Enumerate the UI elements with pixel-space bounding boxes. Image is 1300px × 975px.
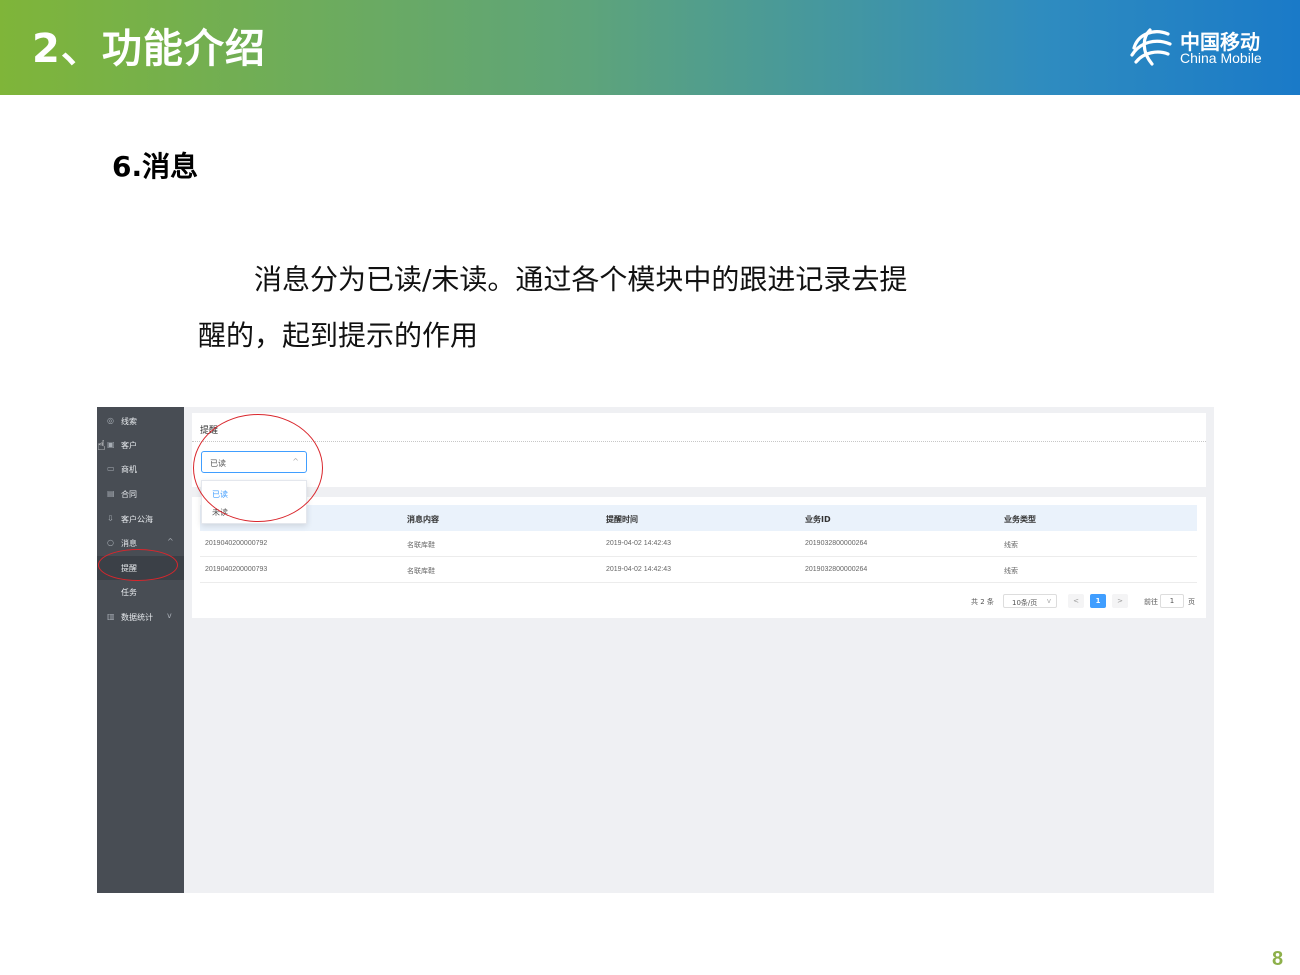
filter-panel: 提醒 已读 ^ [192, 413, 1206, 487]
cell-business-type: 线索 [1004, 568, 1018, 575]
sidebar-item-opportunities[interactable]: ▭ 商机 [97, 457, 184, 481]
download-icon: ⇩ [107, 514, 114, 523]
bar-chart-icon: ▥ [107, 612, 115, 621]
reminder-table: 消息内容 提醒时间 业务ID 业务类型 2019040200000792 名联库… [192, 497, 1206, 618]
column-header-business-type: 业务类型 [1004, 515, 1036, 524]
highlight-circle-filter [193, 414, 323, 522]
cell-content: 名联库鞋 [407, 542, 435, 549]
slide-title: 2、功能介绍 [32, 26, 266, 72]
page-number: 8 [1272, 948, 1284, 970]
divider [192, 441, 1206, 442]
sidebar-item-label: 消息 [121, 539, 137, 548]
pagination: 共 2 条 10条/页 v < 1 > 前往 1 页 [192, 594, 1206, 610]
column-header-business-id: 业务ID [805, 515, 831, 524]
column-header-time: 提醒时间 [606, 515, 638, 524]
table-header: 消息内容 提醒时间 业务ID 业务类型 [200, 505, 1197, 531]
chevron-down-icon: v [1046, 597, 1051, 605]
prev-page-button[interactable]: < [1068, 594, 1084, 608]
sidebar-item-tasks[interactable]: 任务 [97, 580, 184, 604]
section-title: 6.消息 [112, 150, 199, 183]
target-icon: ◎ [107, 416, 114, 425]
user-icon: ▣ [107, 440, 115, 449]
chevron-down-icon: v [167, 611, 172, 620]
sidebar-item-label: 数据统计 [121, 613, 153, 622]
cell-business-id: 2019032800000264 [805, 566, 868, 573]
briefcase-icon: ▭ [107, 464, 115, 473]
sidebar-item-public-pool[interactable]: ⇩ 客户公海 [97, 507, 184, 531]
paragraph-line-2: 醒的，起到提示的作用 [198, 319, 479, 352]
hand-cursor-icon: ☝ [97, 438, 106, 454]
sidebar-item-label: 线索 [121, 417, 137, 426]
chat-icon: ○ [107, 538, 114, 547]
sidebar-item-label: 商机 [121, 465, 137, 474]
sidebar-item-leads[interactable]: ◎ 线索 [97, 409, 184, 433]
column-header-content: 消息内容 [407, 515, 439, 524]
cell-time: 2019-04-02 14:42:43 [606, 540, 671, 547]
sidebar-item-statistics[interactable]: ▥ 数据统计 v [97, 605, 184, 629]
page-size-value: 10条/页 [1012, 599, 1038, 607]
sidebar-item-customers[interactable]: ▣ 客户 [97, 433, 184, 457]
cell-content: 名联库鞋 [407, 568, 435, 575]
highlight-circle-sidebar [98, 549, 178, 581]
paragraph-line-1: 消息分为已读/未读。通过各个模块中的跟进记录去提 [254, 263, 908, 296]
china-mobile-logo-icon [1130, 28, 1172, 66]
table-row[interactable]: 2019040200000793 名联库鞋 2019-04-02 14:42:4… [200, 557, 1197, 583]
cell-business-type: 线索 [1004, 542, 1018, 549]
cell-time: 2019-04-02 14:42:43 [606, 566, 671, 573]
table-row[interactable]: 2019040200000792 名联库鞋 2019-04-02 14:42:4… [200, 531, 1197, 557]
china-mobile-logo: 中国移动 China Mobile [1128, 22, 1278, 72]
slide-header: 2、功能介绍 中国移动 China Mobile [0, 0, 1300, 95]
goto-label: 前往 [1144, 598, 1158, 606]
sidebar-item-label: 客户公海 [121, 515, 153, 524]
sidebar-item-label: 客户 [121, 441, 137, 450]
cell-id: 2019040200000792 [205, 540, 268, 547]
sidebar: ◎ 线索 ▣ 客户 ▭ 商机 ▤ 合同 ⇩ 客户公海 ○ 消息 ^ 提醒 任务 [97, 407, 184, 893]
description-paragraph: 消息分为已读/未读。通过各个模块中的跟进记录去提 醒的，起到提示的作用 [198, 252, 1028, 364]
sidebar-item-label: 合同 [121, 490, 137, 499]
goto-unit: 页 [1188, 598, 1195, 606]
page-button-1[interactable]: 1 [1090, 594, 1106, 608]
goto-page-input[interactable]: 1 [1160, 594, 1184, 608]
cell-business-id: 2019032800000264 [805, 540, 868, 547]
next-page-button[interactable]: > [1112, 594, 1128, 608]
pagination-total: 共 2 条 [971, 598, 994, 606]
brand-name-en: China Mobile [1180, 50, 1262, 66]
document-icon: ▤ [107, 489, 115, 498]
sidebar-item-contracts[interactable]: ▤ 合同 [97, 482, 184, 506]
page-size-select[interactable]: 10条/页 v [1003, 594, 1057, 608]
cell-id: 2019040200000793 [205, 566, 268, 573]
sidebar-item-label: 任务 [121, 588, 137, 597]
chevron-up-icon: ^ [167, 537, 174, 546]
